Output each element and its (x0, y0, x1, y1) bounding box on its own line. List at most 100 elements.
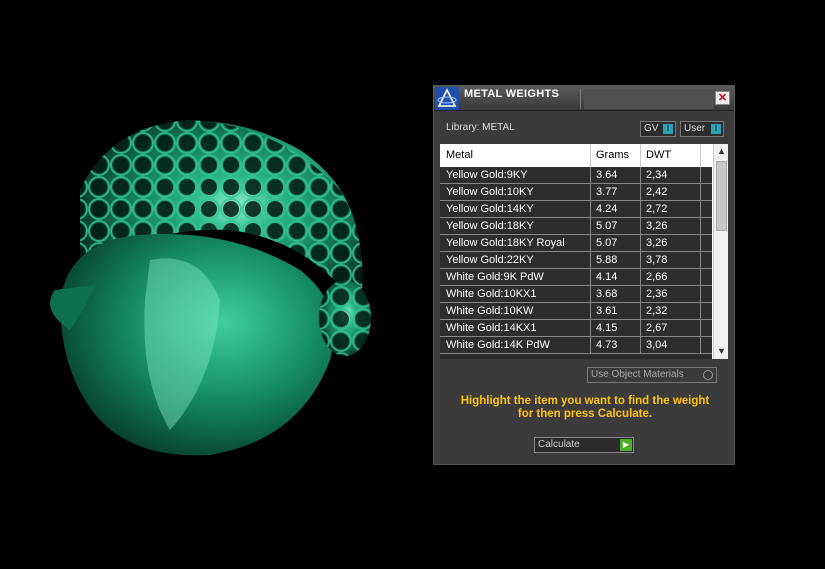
metal-cell: Yellow Gold:14KY (446, 203, 534, 215)
scroll-down-icon[interactable]: ▼ (714, 344, 728, 359)
metal-cell: White Gold:10KW (446, 305, 534, 317)
cell-divider (700, 286, 701, 303)
metal-weights-panel: METAL WEIGHTS ✕ Library: METAL GV I User… (433, 85, 735, 465)
table-row[interactable]: Yellow Gold:10KY 3.77 2,42 (440, 184, 712, 201)
cell-divider (640, 252, 641, 269)
cell-divider (640, 286, 641, 303)
cell-divider (590, 218, 591, 235)
dwt-cell: 2,67 (646, 322, 668, 334)
user-library-button[interactable]: User I (680, 121, 724, 137)
cell-divider (590, 201, 591, 218)
column-header-dwt[interactable]: DWT (646, 149, 671, 161)
cell-divider (640, 184, 641, 201)
dwt-cell: 3,26 (646, 237, 668, 249)
cell-divider (590, 252, 591, 269)
table-scrollbar[interactable]: ▲ ▼ (713, 144, 728, 359)
app-logo-icon (435, 87, 459, 110)
user-label: User (684, 123, 706, 134)
use-object-materials-toggle[interactable]: Use Object Materials (587, 367, 717, 383)
table-row[interactable]: Yellow Gold:9KY 3.64 2,34 (440, 167, 712, 184)
header-divider (700, 144, 701, 167)
grams-cell: 3.61 (596, 305, 618, 317)
title-bar-fill (584, 89, 714, 109)
cell-divider (700, 184, 701, 201)
table-row[interactable]: White Gold:10KW 3.61 2,32 (440, 303, 712, 320)
metal-cell: Yellow Gold:10KY (446, 186, 534, 198)
table-row[interactable]: Yellow Gold:14KY 4.24 2,72 (440, 201, 712, 218)
table-row[interactable]: Yellow Gold:18KY Royal 5.07 3,26 (440, 235, 712, 252)
cell-divider (640, 167, 641, 184)
cell-divider (640, 320, 641, 337)
cell-divider (590, 303, 591, 320)
dwt-cell: 3,26 (646, 220, 668, 232)
instruction-line-1: Highlight the item you want to find the … (460, 395, 710, 407)
cell-divider (590, 337, 591, 354)
3d-viewport[interactable] (0, 0, 430, 569)
dwt-cell: 2,34 (646, 169, 668, 181)
table-body: Yellow Gold:9KY 3.64 2,34 Yellow Gold:10KY 3… (440, 167, 712, 359)
table-row[interactable]: Yellow Gold:18KY 5.07 3,26 (440, 218, 712, 235)
cell-divider (700, 303, 701, 320)
dwt-cell: 2,66 (646, 271, 668, 283)
gv-library-button[interactable]: GV I (640, 121, 676, 137)
gv-info-icon: I (663, 124, 673, 134)
grams-cell: 4.15 (596, 322, 618, 334)
cell-divider (640, 201, 641, 218)
scroll-thumb[interactable] (716, 161, 727, 231)
metal-cell: Yellow Gold:22KY (446, 254, 534, 266)
column-header-grams[interactable]: Grams (596, 149, 629, 161)
grams-cell: 4.14 (596, 271, 618, 283)
cell-divider (590, 167, 591, 184)
instruction-text: Highlight the item you want to find the … (444, 395, 726, 421)
gv-label: GV (644, 123, 659, 134)
grams-cell: 3.68 (596, 288, 618, 300)
user-info-icon: I (711, 124, 721, 134)
grams-cell: 5.88 (596, 254, 618, 266)
metal-cell: White Gold:10KX1 (446, 288, 537, 300)
metal-table[interactable]: Metal Grams DWT Yellow Gold:9KY 3.64 2,34 Y… (440, 144, 728, 359)
title-divider (580, 89, 581, 109)
cell-divider (640, 337, 641, 354)
use-object-materials-label: Use Object Materials (591, 369, 684, 380)
cell-divider (590, 235, 591, 252)
metal-cell: Yellow Gold:9KY (446, 169, 528, 181)
cell-divider (700, 235, 701, 252)
cell-divider (700, 252, 701, 269)
jewelry-3d-model (50, 120, 371, 456)
metal-cell: Yellow Gold:18KY (446, 220, 534, 232)
table-row[interactable]: White Gold:10KX1 3.68 2,36 (440, 286, 712, 303)
cell-divider (700, 201, 701, 218)
instruction-line-2: for then press Calculate. (517, 408, 653, 420)
table-row[interactable]: White Gold:14K PdW 4.73 3,04 (440, 337, 712, 354)
column-header-metal[interactable]: Metal (446, 149, 473, 161)
panel-titlebar[interactable]: METAL WEIGHTS ✕ (434, 86, 734, 111)
calculate-label: Calculate (538, 439, 580, 450)
cell-divider (700, 320, 701, 337)
table-row[interactable]: White Gold:9K PdW 4.14 2,66 (440, 269, 712, 286)
cell-divider (640, 235, 641, 252)
cell-divider (700, 337, 701, 354)
dwt-cell: 2,36 (646, 288, 668, 300)
header-divider (640, 144, 641, 167)
cell-divider (700, 167, 701, 184)
grams-cell: 3.64 (596, 169, 618, 181)
table-row[interactable]: Yellow Gold:22KY 5.88 3,78 (440, 252, 712, 269)
cell-divider (700, 218, 701, 235)
header-divider (590, 144, 591, 167)
close-button[interactable]: ✕ (715, 91, 730, 105)
dwt-cell: 3,78 (646, 254, 668, 266)
dwt-cell: 2,72 (646, 203, 668, 215)
panel-title: METAL WEIGHTS (464, 88, 560, 100)
cell-divider (590, 184, 591, 201)
cell-divider (590, 320, 591, 337)
scroll-up-icon[interactable]: ▲ (714, 144, 728, 159)
grams-cell: 4.73 (596, 339, 618, 351)
dwt-cell: 2,32 (646, 305, 668, 317)
cell-divider (700, 269, 701, 286)
table-header: Metal Grams DWT (440, 144, 712, 167)
metal-cell: White Gold:14K PdW (446, 339, 550, 351)
metal-cell: White Gold:9K PdW (446, 271, 544, 283)
cell-divider (640, 218, 641, 235)
calculate-button[interactable]: Calculate ▶ (534, 437, 634, 453)
table-row[interactable]: White Gold:14KX1 4.15 2,67 (440, 320, 712, 337)
